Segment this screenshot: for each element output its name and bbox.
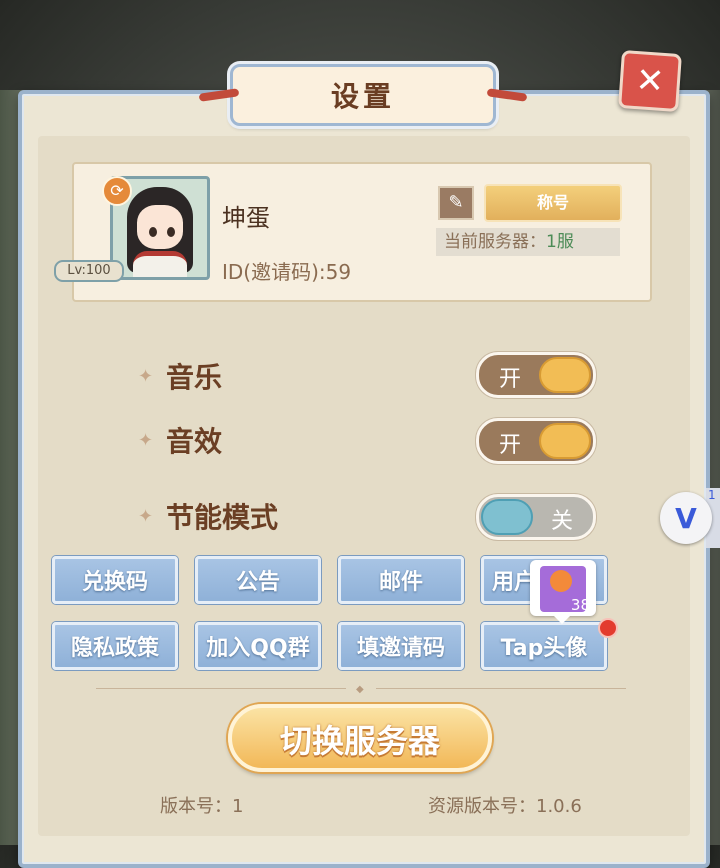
v-logo-icon: V [675, 501, 697, 535]
server-label: 当前服务器： [444, 232, 546, 252]
divider [96, 688, 346, 689]
dialog-title: 设置 [330, 80, 395, 113]
enter-invite-code-button[interactable]: 填邀请码 [338, 622, 464, 670]
join-qq-group-button[interactable]: 加入QQ群 [195, 622, 321, 670]
pencil-icon: ✎ [448, 192, 464, 213]
level-badge: Lv:100 [54, 260, 124, 282]
resource-version-label: 资源版本号：1.0.6 [428, 796, 582, 817]
item-tooltip: 38 [530, 560, 596, 624]
floating-badge: 1 [708, 488, 716, 502]
item-count: 38 [570, 596, 590, 614]
tap-avatar-button[interactable]: Tap头像 [481, 622, 607, 670]
title-button[interactable]: 称号 [484, 184, 622, 222]
power-save-toggle[interactable]: 关 [476, 494, 596, 540]
divider [376, 688, 626, 689]
sfx-label: 音效 [166, 425, 223, 458]
version-label: 版本号：1 [160, 796, 244, 817]
music-toggle[interactable]: 开 [476, 352, 596, 398]
toggle-knob [539, 357, 591, 393]
music-label: 音乐 [166, 361, 223, 394]
switch-server-button[interactable]: 切换服务器 [228, 704, 492, 772]
floating-assistant-button[interactable]: V [660, 492, 712, 544]
notification-dot [598, 618, 618, 638]
close-button[interactable]: ✕ [618, 49, 682, 113]
music-toggle-state: 开 [499, 367, 522, 392]
sfx-toggle-state: 开 [499, 433, 522, 458]
toggle-knob [481, 499, 533, 535]
diamond-icon: ✦ [138, 366, 154, 387]
power-save-toggle-state: 关 [550, 509, 573, 534]
mail-button[interactable]: 邮件 [338, 556, 464, 604]
privacy-policy-button[interactable]: 隐私政策 [52, 622, 178, 670]
divider-ornament: ◆ [356, 684, 364, 695]
announcement-button[interactable]: 公告 [195, 556, 321, 604]
player-id: ID(邀请码):59 [222, 260, 352, 284]
redeem-code-button[interactable]: 兑换码 [52, 556, 178, 604]
edit-name-button[interactable]: ✎ [438, 186, 474, 220]
toggle-knob [539, 423, 591, 459]
item-icon [550, 570, 572, 592]
player-nickname: 坤蛋 [222, 204, 270, 232]
close-icon: ✕ [634, 60, 666, 102]
dialog-title-plate: 设置 [198, 64, 528, 126]
sfx-toggle[interactable]: 开 [476, 418, 596, 464]
diamond-icon: ✦ [138, 506, 154, 527]
diamond-icon: ✦ [138, 430, 154, 451]
current-server: 当前服务器：1服 [436, 228, 620, 256]
refresh-icon[interactable]: ⟳ [102, 176, 132, 206]
server-value: 1服 [546, 232, 574, 252]
power-save-label: 节能模式 [166, 501, 279, 534]
